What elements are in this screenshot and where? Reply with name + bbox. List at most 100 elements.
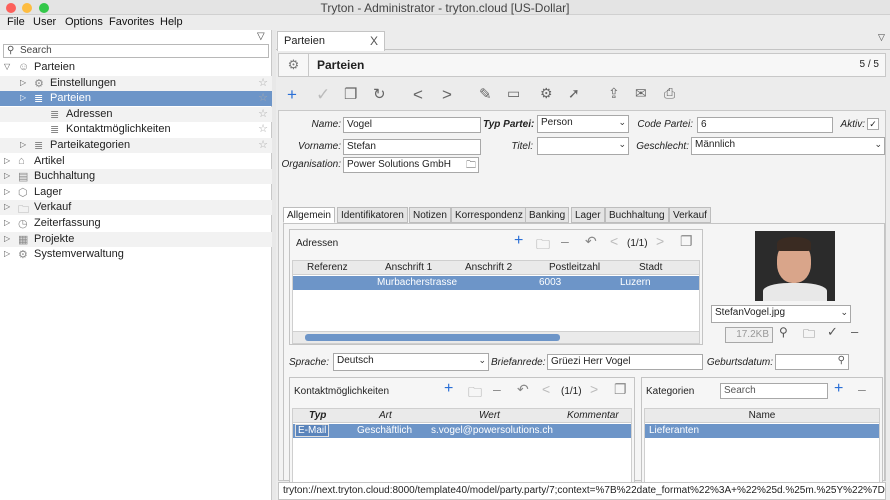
titel-select[interactable]: ⌄	[537, 137, 629, 155]
search-input[interactable]: ⚲ Search	[3, 44, 269, 58]
check-icon[interactable]: ✓	[827, 324, 838, 340]
sidebar-item[interactable]: ≣ Kontaktmöglichkeiten ☆	[0, 122, 272, 137]
col-name[interactable]: Name	[645, 410, 879, 421]
chevron-down-icon[interactable]: ▽	[878, 32, 885, 43]
tab-parteien[interactable]: Parteien X	[277, 31, 385, 51]
add-address-button[interactable]: +	[514, 232, 523, 250]
expand-right-icon[interactable]: ▷	[4, 156, 10, 165]
favorite-star-icon[interactable]: ☆	[258, 138, 268, 151]
add-category-button[interactable]: +	[834, 380, 843, 398]
undo-icon[interactable]: ↶	[585, 233, 597, 250]
sidebar-item[interactable]: ▷ ⌂ Artikel	[0, 154, 272, 169]
expand-right-icon[interactable]: ▷	[4, 234, 10, 243]
next-address-button[interactable]: >	[656, 233, 664, 249]
menu-help[interactable]: Help	[160, 16, 183, 28]
next-contact-button[interactable]: >	[590, 381, 598, 397]
remove-category-button[interactable]: –	[858, 381, 866, 397]
code-field[interactable]: 6	[697, 117, 833, 133]
tab-korrespondenz[interactable]: Korrespondenz	[451, 207, 527, 223]
scrollbar-thumb[interactable]	[305, 334, 560, 341]
col-kommentar[interactable]: Kommentar	[567, 410, 619, 421]
folder-icon[interactable]: 🗀	[803, 325, 815, 346]
previous-address-button[interactable]: <	[610, 233, 618, 249]
favorite-star-icon[interactable]: ☆	[258, 76, 268, 89]
add-contact-button[interactable]: +	[444, 380, 453, 398]
sidebar-item[interactable]: ▷ ⬡ Lager	[0, 185, 272, 200]
switch-view-button[interactable]: ❐	[680, 233, 693, 250]
menu-options[interactable]: Options	[65, 16, 103, 28]
chevron-down-icon[interactable]: ▽	[257, 31, 265, 42]
menu-user[interactable]: User	[33, 16, 56, 28]
table-row[interactable]: E-Mail Geschäftlich s.vogel@powersolutio…	[293, 424, 631, 438]
org-field[interactable]: Power Solutions GmbH 🗀	[343, 157, 479, 173]
email-button[interactable]: ✉	[635, 85, 647, 102]
tab-identifikatoren[interactable]: Identifikatoren	[337, 207, 408, 223]
list-item[interactable]: Lieferanten	[645, 424, 879, 438]
next-button[interactable]: >	[442, 85, 452, 105]
search-icon[interactable]: ⚲	[779, 325, 788, 339]
undo-icon[interactable]: ↶	[517, 381, 529, 398]
expand-down-icon[interactable]: ▽	[4, 62, 10, 71]
tab-buchhaltung[interactable]: Buchhaltung	[605, 207, 669, 223]
note-button[interactable]: ▭	[507, 85, 520, 102]
name-field[interactable]: Vogel	[343, 117, 481, 133]
sidebar-item[interactable]: ▷ ◷ Zeiterfassung	[0, 216, 272, 231]
new-record-button[interactable]: +	[287, 85, 297, 105]
favorite-star-icon[interactable]: ☆	[258, 91, 268, 104]
typ-select[interactable]: Person ⌄	[537, 115, 629, 133]
duplicate-button[interactable]: ❐	[344, 85, 357, 103]
print-button[interactable]: ⎙	[664, 85, 675, 102]
favorite-star-icon[interactable]: ☆	[258, 107, 268, 120]
favorite-star-icon[interactable]: ☆	[258, 122, 268, 135]
col-postleitzahl[interactable]: Postleitzahl	[549, 262, 600, 273]
geburtsdatum-field[interactable]: ⚲	[775, 354, 849, 370]
remove-contact-button[interactable]: –	[493, 381, 501, 397]
save-button[interactable]: ✓	[316, 85, 330, 105]
action-button[interactable]: ⚙	[540, 85, 553, 102]
expand-right-icon[interactable]: ▷	[4, 202, 10, 211]
col-anschrift1[interactable]: Anschrift 1	[385, 262, 432, 273]
expand-right-icon[interactable]: ▷	[4, 171, 10, 180]
previous-button[interactable]: <	[413, 85, 423, 105]
expand-right-icon[interactable]: ▷	[20, 93, 26, 102]
party-photo[interactable]	[755, 231, 835, 301]
col-stadt[interactable]: Stadt	[639, 262, 662, 273]
remove-address-button[interactable]: –	[561, 233, 569, 249]
sidebar-item[interactable]: ≣ Adressen ☆	[0, 106, 272, 122]
sidebar-item[interactable]: ▽ ☺ Parteien	[0, 60, 272, 75]
sprache-select[interactable]: Deutsch ⌄	[333, 353, 489, 371]
col-art[interactable]: Art	[379, 410, 392, 421]
briefanrede-field[interactable]: Grüezi Herr Vogel	[547, 354, 703, 370]
menu-file[interactable]: File	[7, 16, 25, 28]
sidebar-item[interactable]: ▷ ▤ Buchhaltung	[0, 169, 272, 185]
expand-right-icon[interactable]: ▷	[20, 78, 26, 87]
col-anschrift2[interactable]: Anschrift 2	[465, 262, 512, 273]
search-icon[interactable]: ⚲	[838, 355, 845, 366]
folder-icon[interactable]: 🗀	[468, 382, 482, 406]
sidebar-item[interactable]: ▷ ▦ Projekte	[0, 231, 272, 247]
tab-allgemein[interactable]: Allgemein	[283, 207, 335, 223]
col-typ[interactable]: Typ	[309, 410, 326, 421]
relate-button[interactable]: ➚	[568, 85, 580, 102]
reload-button[interactable]: ↻	[373, 85, 386, 103]
sidebar-item[interactable]: ▷ ⚙ Systemverwaltung	[0, 247, 272, 262]
aktiv-checkbox[interactable]: ✓	[867, 118, 879, 130]
report-button[interactable]: ⇪	[608, 85, 620, 102]
folder-icon[interactable]: 🗀	[466, 158, 476, 172]
remove-icon[interactable]: –	[851, 324, 858, 339]
switch-view-button[interactable]: ❐	[614, 381, 627, 398]
col-referenz[interactable]: Referenz	[307, 262, 348, 273]
tab-banking[interactable]: Banking	[525, 207, 570, 223]
sidebar-item[interactable]: ▷ ≣ Parteikategorien ☆	[0, 138, 272, 153]
menu-favorites[interactable]: Favorites	[109, 16, 154, 28]
close-tab-icon[interactable]: X	[370, 34, 378, 48]
horizontal-scrollbar[interactable]	[293, 331, 699, 343]
previous-contact-button[interactable]: <	[542, 381, 550, 397]
table-row[interactable]: Murbacherstrasse 6003 Luzern	[293, 276, 699, 290]
expand-right-icon[interactable]: ▷	[4, 187, 10, 196]
kategorien-search-input[interactable]: Search	[720, 383, 828, 399]
tab-verkauf[interactable]: Verkauf	[669, 207, 711, 223]
gear-icon[interactable]: ⚙	[279, 54, 309, 76]
col-wert[interactable]: Wert	[479, 410, 500, 421]
tab-lager[interactable]: Lager	[571, 207, 605, 223]
